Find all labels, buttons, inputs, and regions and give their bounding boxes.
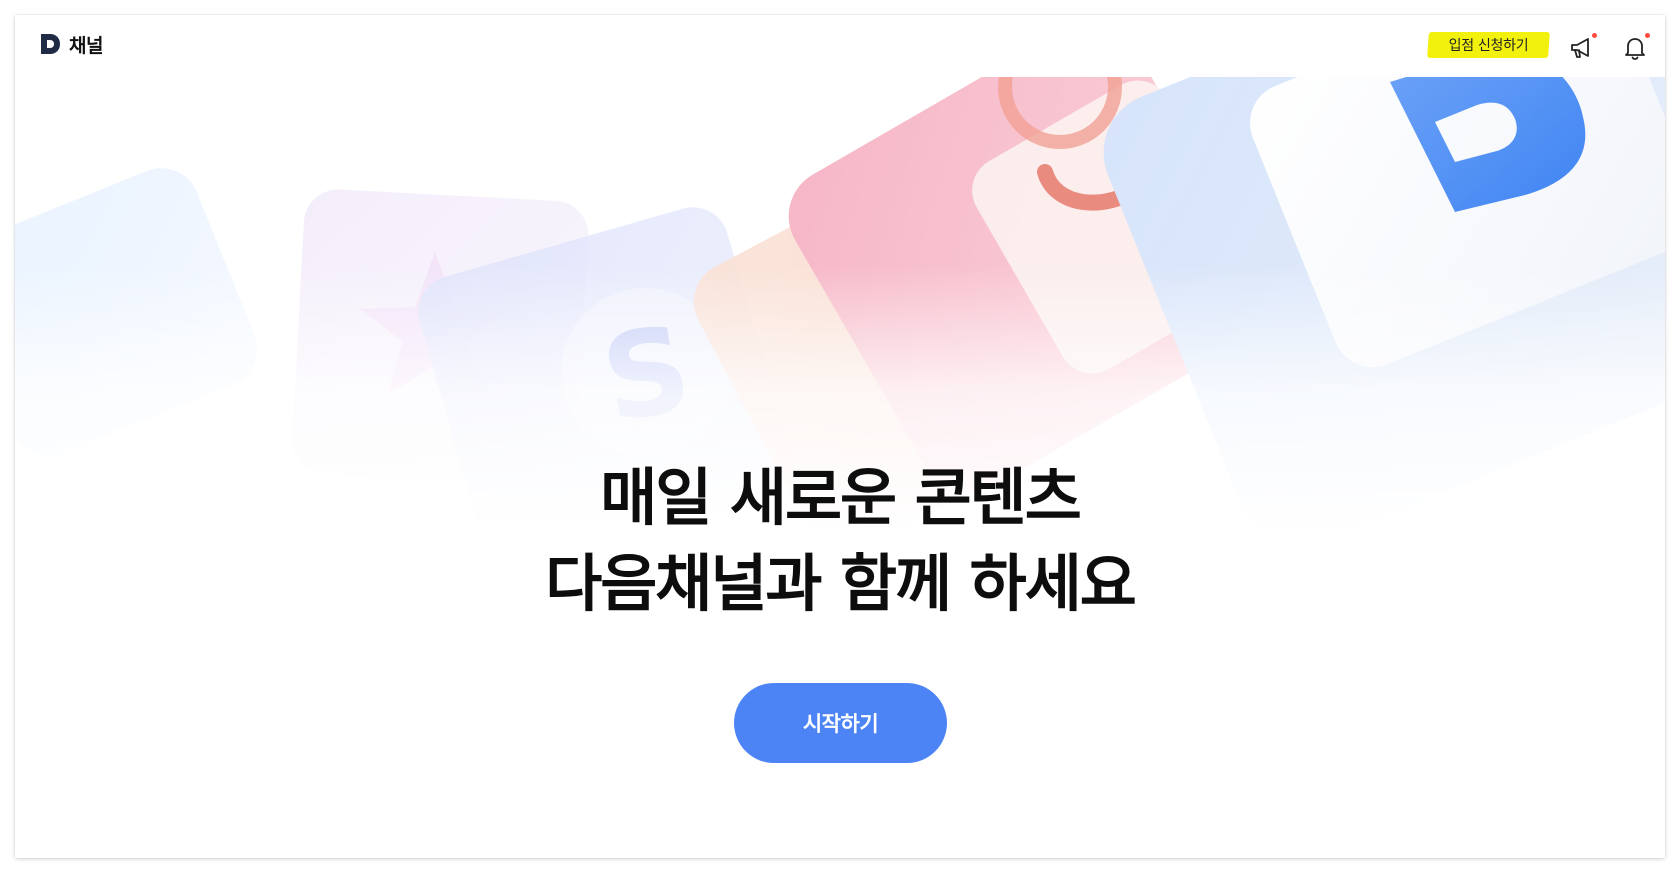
alarm-button[interactable] [1622,33,1650,63]
logo-text: 채널 [69,34,103,57]
notice-badge [1592,33,1597,38]
megaphone-icon [1571,38,1589,58]
top-header: 채널 입점 신청하기 [15,15,1665,77]
headline-line-2: 다음채널과 함께 하세요 [545,547,1137,620]
alarm-badge [1645,33,1650,38]
start-button[interactable]: 시작하기 [734,683,947,763]
apply-store-button[interactable]: 입점 신청하기 [1427,30,1550,60]
bell-icon [1625,38,1645,60]
d-logo-icon [41,34,60,54]
notice-button[interactable] [1569,33,1597,63]
page-frame: 채널 입점 신청하기 매일 새로운 콘텐츠 다음채널과 함께 하세요 시작하기 [15,15,1665,858]
hero-headline: 매일 새로운 콘텐츠 다음채널과 함께 하세요 [15,455,1665,627]
headline-line-1: 매일 새로운 콘텐츠 [600,461,1082,534]
apply-store-label: 입점 신청하기 [1448,38,1529,54]
channel-logo[interactable]: 채널 [39,28,103,60]
